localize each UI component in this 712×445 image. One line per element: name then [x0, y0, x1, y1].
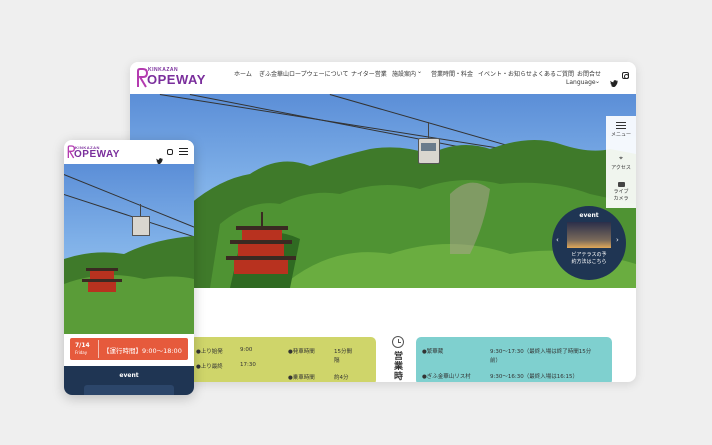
nav-item-hours-fees[interactable]: 営業時間・料金: [431, 69, 473, 78]
chevron-down-icon: ⌄: [417, 68, 423, 75]
access-button[interactable]: ⌖ アクセス: [606, 150, 636, 178]
carousel-dots: [350, 281, 406, 288]
nav-item-home[interactable]: ホーム: [234, 69, 252, 78]
event-thumbnail: [567, 222, 611, 248]
twitter-icon[interactable]: [156, 149, 163, 165]
event-title: event: [119, 372, 139, 379]
chevron-right-icon[interactable]: ›: [616, 236, 619, 244]
live-camera-button[interactable]: ライブ カメラ: [606, 178, 636, 208]
gondola: [132, 216, 150, 236]
hours-heading-vertical: 営 業 時: [394, 352, 404, 382]
info-label: ●発車時間: [288, 349, 315, 355]
info-value: 約4分: [334, 375, 349, 381]
logo-main-text[interactable]: OPEWAY: [147, 72, 206, 87]
info-value: 9:30～16:30（最終入場は16:15）: [490, 374, 579, 380]
menu-label: メニュー: [610, 132, 631, 138]
event-badge-line1: ビアテラスの予: [571, 252, 607, 258]
nav-item-facilities[interactable]: 施設案内: [392, 69, 416, 78]
desktop-screenshot: KINKAZAN OPEWAY ホーム ぎふ金華山ロープウェーについて ナイター…: [130, 62, 636, 382]
twitter-icon[interactable]: [610, 72, 618, 88]
live-camera-label-1: ライブ: [613, 189, 629, 195]
info-value: 15分間: [334, 349, 352, 355]
info-label: ●上り最終: [196, 364, 223, 370]
operating-hours-banner[interactable]: 7/14 Friday 【運行時間】9:00～18:00: [70, 338, 188, 360]
info-value: 9:00: [240, 347, 253, 353]
language-select[interactable]: Language: [566, 79, 596, 86]
mobile-hero-image: [64, 164, 194, 334]
hero-image: メニュー ⌖ アクセス ライブ カメラ event ビアテラスの予 約方法はこち…: [130, 94, 636, 288]
access-label: アクセス: [611, 165, 631, 171]
instagram-icon[interactable]: [167, 149, 173, 155]
info-value: 9:30～17:30（最終入場は終了時間15分: [490, 349, 592, 355]
info-value: 隔: [334, 358, 340, 364]
logo-main-text[interactable]: OPEWAY: [74, 149, 120, 160]
info-label: ●上り始発: [196, 349, 223, 355]
desktop-header: KINKAZAN OPEWAY ホーム ぎふ金華山ロープウェーについて ナイター…: [130, 62, 636, 94]
nav-item-faq[interactable]: よくあるご質問: [532, 69, 574, 78]
hamburger-icon[interactable]: [179, 148, 188, 155]
map-pin-icon: ⌖: [619, 154, 623, 162]
nav-item-night[interactable]: ナイター営業: [351, 69, 387, 78]
event-badge-line2: 約方法はこちら: [571, 259, 607, 265]
chevron-left-icon[interactable]: ‹: [556, 236, 559, 244]
mobile-screenshot: KINKAZAN OPEWAY 7/14 Friday 【運行時間】9:00～1: [64, 140, 194, 395]
facility-hours-panel: ●繁華蔵 9:30～17:30（最終入場は終了時間15分 前） ●ぎふ金華山リス…: [416, 337, 612, 382]
nav-item-contact[interactable]: お問合せ: [577, 69, 601, 78]
hamburger-icon: [616, 122, 626, 129]
chevron-down-icon: ⌄: [595, 78, 601, 85]
gondola: [418, 138, 440, 164]
info-label: ●繁華蔵: [422, 349, 444, 355]
info-label: ●乗車時間: [288, 375, 315, 381]
banner-hours: 【運行時間】9:00～18:00: [103, 347, 182, 355]
menu-button[interactable]: メニュー: [606, 116, 636, 150]
nav-item-about[interactable]: ぎふ金華山ロープウェーについて: [259, 69, 348, 78]
event-badge-title: event: [579, 212, 599, 219]
camera-icon: [617, 182, 625, 187]
info-label: ●ぎふ金華山リス村: [422, 374, 471, 380]
banner-date: 7/14: [75, 342, 90, 349]
banner-day: Friday: [75, 350, 88, 355]
live-camera-label-2: カメラ: [613, 196, 629, 202]
ropeway-hours-panel: ●上り始発 9:00 ●上り最終 17:30 ●発車時間 15分間 隔 ●乗車時…: [190, 337, 376, 382]
carousel-dots: [104, 328, 153, 334]
mobile-header: KINKAZAN OPEWAY: [64, 140, 194, 165]
mobile-event-section[interactable]: event: [64, 366, 194, 395]
clock-icon: [392, 336, 404, 348]
instagram-icon[interactable]: [622, 72, 629, 79]
event-badge[interactable]: event ビアテラスの予 約方法はこちら ‹ ›: [552, 206, 626, 280]
info-value: 17:30: [240, 362, 256, 368]
nav-item-events-news[interactable]: イベント・お知らせ: [478, 69, 532, 78]
info-value: 前）: [490, 358, 502, 364]
